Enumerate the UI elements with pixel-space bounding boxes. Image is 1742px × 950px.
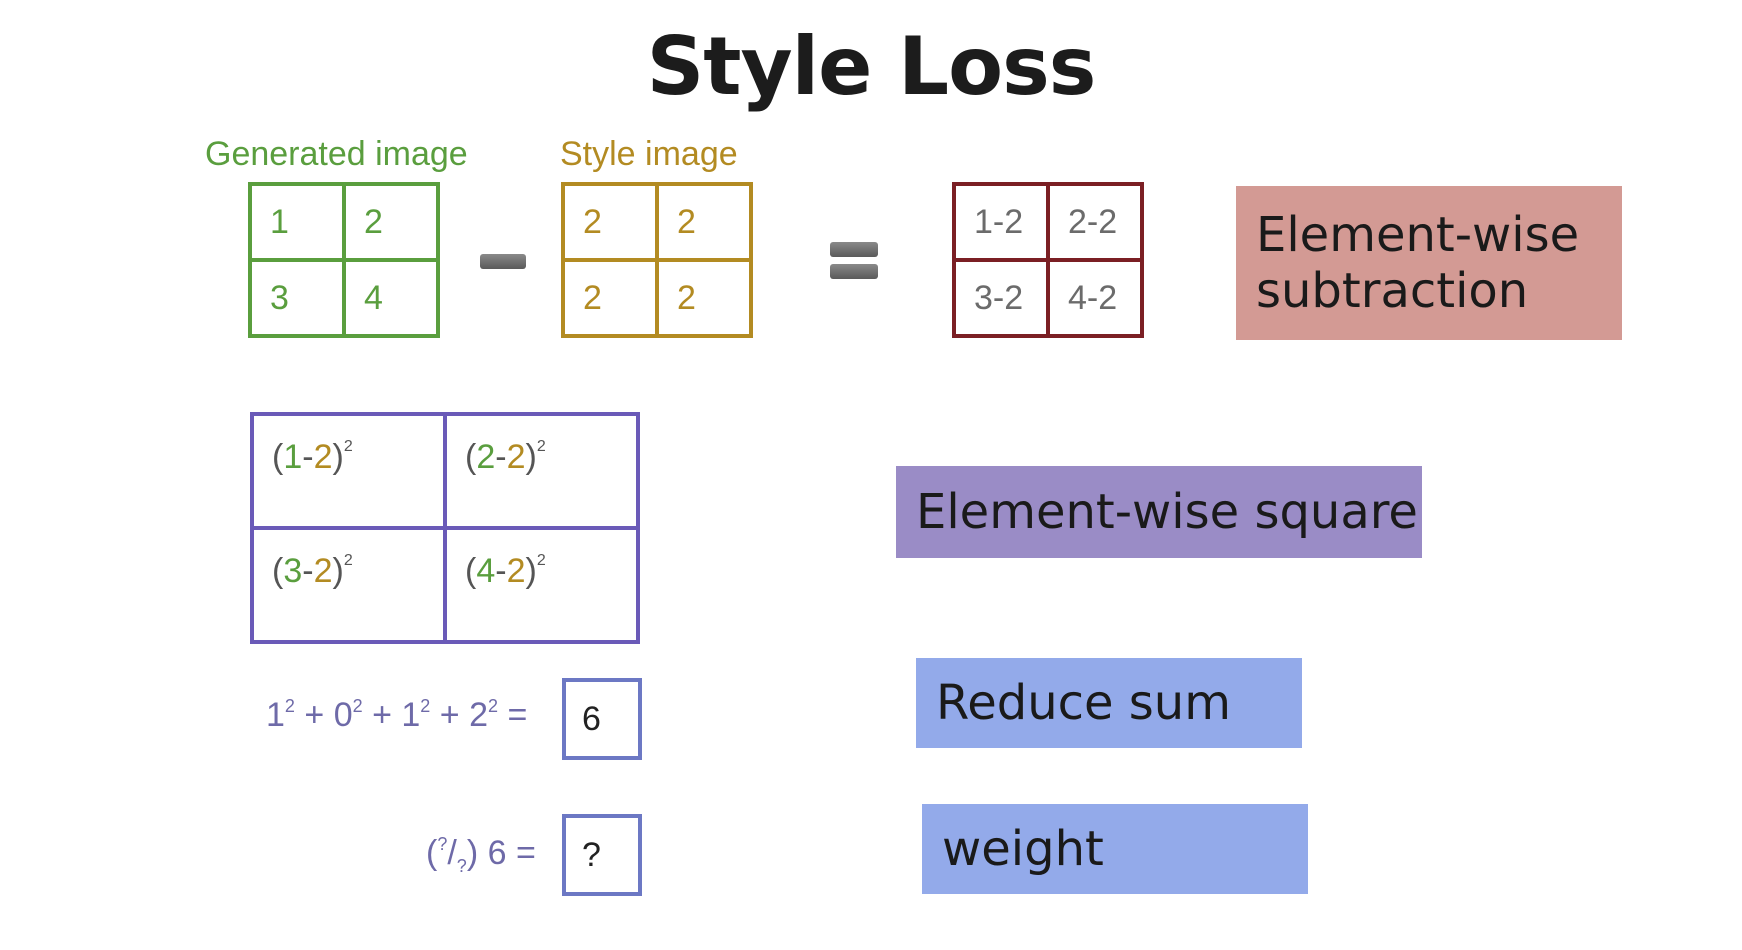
element-wise-square-tag: Element-wise square [896,466,1422,558]
weight-tag: weight [922,804,1308,894]
paren-close: ) [332,552,344,590]
reduce-sum-tag: Reduce sum [916,658,1302,748]
squared-cell: (4-2) 2 [445,528,636,640]
term-operator: + [362,696,402,734]
style-cell: 2 [563,260,657,336]
term-base: 2 [469,696,488,734]
style-value: 2 [313,552,333,590]
squared-cell: (1-2) 2 [254,416,445,528]
term-operator: + [430,696,470,734]
term-exponent: 2 [284,696,295,716]
squared-cell: (2-2) 2 [445,416,636,528]
equals-sign-top [830,242,878,257]
term-base: 1 [266,696,285,734]
sum-of-squares-formula: 12 + 02 + 12 + 22 = [266,696,527,735]
style-value: 2 [313,438,333,476]
style-image-matrix: 2 2 2 2 [561,182,753,338]
difference-cell: 4-2 [1048,260,1142,336]
term-exponent: 2 [352,696,363,716]
weighted-value: 6 = [478,834,536,872]
difference-cell: 1-2 [954,184,1048,260]
weight-denominator: ? [456,856,467,876]
generated-value: 1 [283,438,303,476]
term-operator: = [498,696,528,734]
minus: - [302,438,314,476]
generated-cell: 3 [250,260,344,336]
minus: - [495,438,507,476]
term-base: 1 [401,696,421,734]
style-value: 2 [506,552,526,590]
fraction-slash: / [447,834,457,872]
generated-value: 4 [476,552,496,590]
weighted-result-box: ? [562,814,642,896]
style-cell: 2 [563,184,657,260]
term-exponent: 2 [420,696,431,716]
style-cell: 2 [657,184,751,260]
paren-open: ( [465,438,477,476]
minus-sign [480,254,526,269]
sum-result-box: 6 [562,678,642,760]
style-image-label: Style image [560,135,738,173]
exponent: 2 [343,438,353,455]
term-exponent: 2 [487,696,498,716]
paren-open: ( [465,552,477,590]
minus: - [302,552,314,590]
exponent: 2 [536,438,546,455]
difference-cell: 3-2 [954,260,1048,336]
paren-close: ) [525,552,537,590]
generated-cell: 4 [344,260,438,336]
minus: - [495,552,507,590]
generated-cell: 1 [250,184,344,260]
exponent: 2 [536,552,546,569]
element-wise-subtraction-tag: Element-wise subtraction [1236,186,1622,340]
term-operator: + [294,696,334,734]
weight-numerator: ? [437,834,448,854]
generated-value: 2 [476,438,496,476]
equals-sign-bottom [830,264,878,279]
paren-open: ( [272,438,284,476]
term-base: 0 [333,696,353,734]
generated-image-label: Generated image [205,135,468,173]
paren-close: ) [332,438,344,476]
difference-cell: 2-2 [1048,184,1142,260]
generated-image-matrix: 1 2 3 4 [248,182,440,338]
slide-title: Style Loss [646,20,1097,113]
difference-matrix: 1-2 2-2 3-2 4-2 [952,182,1144,338]
style-value: 2 [506,438,526,476]
exponent: 2 [343,552,353,569]
style-cell: 2 [657,260,751,336]
generated-value: 3 [283,552,303,590]
paren-close: ) [466,834,479,872]
squared-difference-matrix: (1-2) 2 (2-2) 2 (3-2) 2 (4-2) 2 [250,412,640,644]
generated-cell: 2 [344,184,438,260]
paren-close: ) [525,438,537,476]
weighted-formula: (?/?) 6 = [426,834,536,876]
paren-open: ( [272,552,284,590]
paren-open: ( [426,834,438,872]
squared-cell: (3-2) 2 [254,528,445,640]
